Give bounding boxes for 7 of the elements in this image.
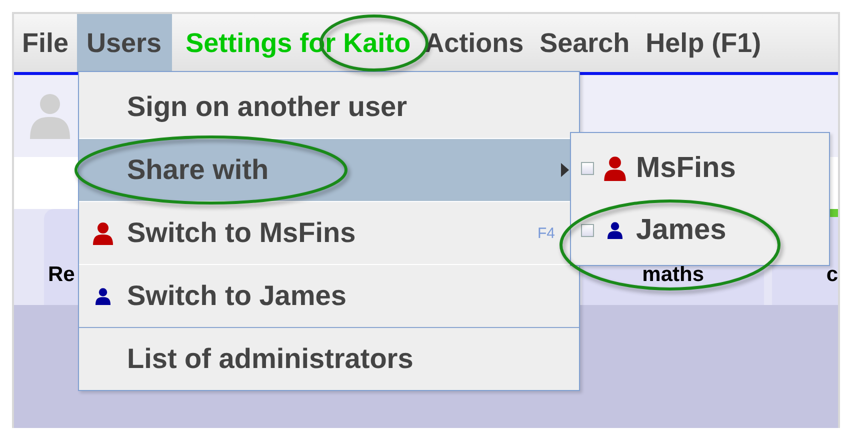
menu-item[interactable]: Switch to James [79,264,579,327]
menu-item[interactable]: File [14,14,77,72]
menu-item[interactable]: Sign on another user [79,76,579,138]
menu-item[interactable]: Users [76,14,172,72]
menu-item[interactable]: Search [532,14,638,72]
menu-item[interactable]: Help (F1) [638,14,770,72]
shortcut-label: F4 [537,224,555,242]
